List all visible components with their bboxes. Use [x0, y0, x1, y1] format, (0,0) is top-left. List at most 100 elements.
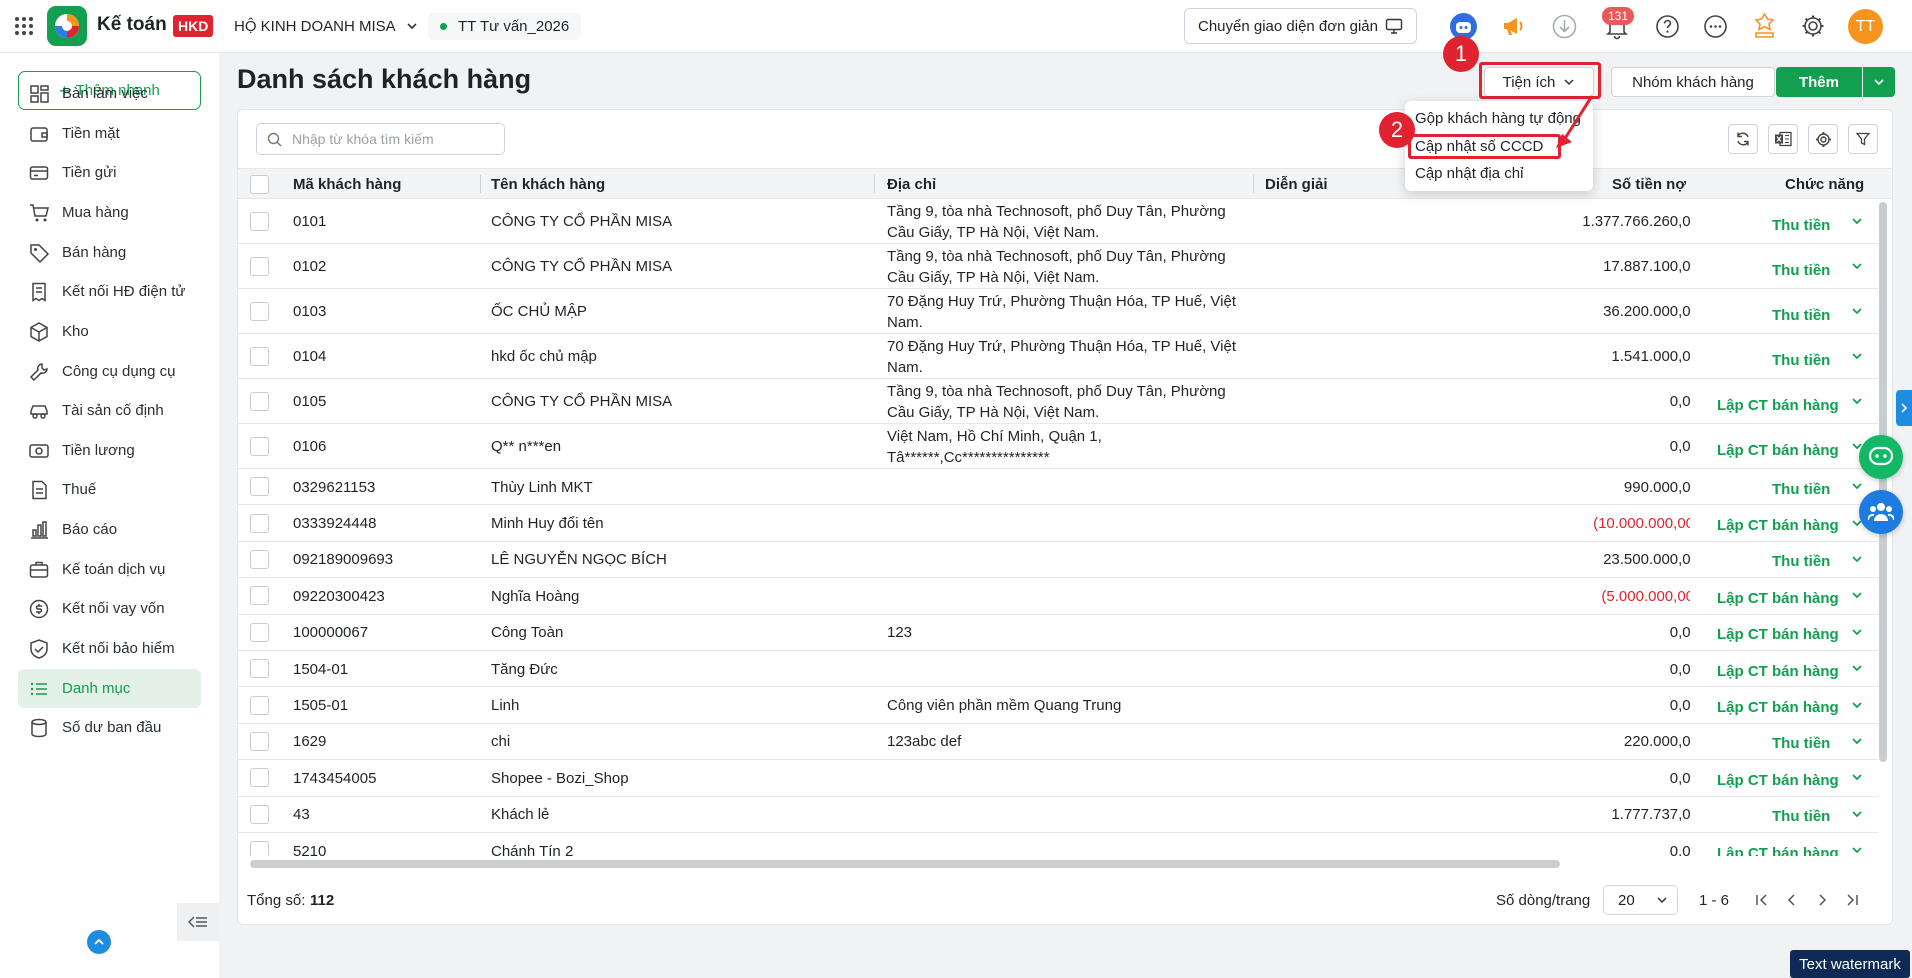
- sidebar-item-1[interactable]: Tiền mặt: [18, 114, 201, 153]
- sidebar-item-14[interactable]: Kết nối bảo hiểm: [18, 629, 201, 668]
- chevron-down-icon[interactable]: [1850, 843, 1864, 856]
- promotion-icon[interactable]: [1751, 12, 1778, 40]
- table-row[interactable]: 1743454005 Shopee - Bozi_Shop 0,00 Lập CT b…: [238, 760, 1878, 797]
- row-checkbox[interactable]: [250, 256, 269, 276]
- table-row[interactable]: 43 Khách lẻ 1.777.737,00 Thu tiền: [238, 797, 1878, 833]
- sidebar-item-6[interactable]: Kho: [18, 312, 201, 351]
- row-action-link[interactable]: Lập CT bán hàng: [1717, 843, 1839, 856]
- chevron-down-icon[interactable]: [1850, 552, 1864, 566]
- row-action-link[interactable]: Thu tiền: [1772, 260, 1830, 281]
- chevron-down-icon[interactable]: [1850, 214, 1864, 228]
- menu-item-update-address[interactable]: Cập nhật địa chỉ: [1415, 165, 1523, 182]
- help-icon[interactable]: [1655, 14, 1680, 39]
- add-dropdown-button[interactable]: [1863, 67, 1895, 97]
- row-action-link[interactable]: Lập CT bán hàng: [1717, 515, 1839, 536]
- first-page-button[interactable]: [1755, 892, 1769, 908]
- table-row[interactable]: 0333924448 Minh Huy đổi tên (10.000.000,00…: [238, 505, 1878, 542]
- business-selector[interactable]: HỘ KINH DOANH MISA: [234, 15, 419, 37]
- scroll-up-button[interactable]: [87, 930, 111, 954]
- table-row[interactable]: 0103 ỐC CHỦ MẬP 70 Đặng Huy Trứ, Phường Th…: [238, 289, 1878, 334]
- sidebar-item-2[interactable]: Tiền gửi: [18, 153, 201, 192]
- row-action-link[interactable]: Thu tiền: [1772, 479, 1830, 500]
- settings-gear-icon[interactable]: [1800, 13, 1826, 39]
- chevron-down-icon[interactable]: [1850, 661, 1864, 675]
- prev-page-button[interactable]: [1785, 892, 1799, 908]
- table-row[interactable]: 1629 chi 123abc def 220.000,00 Thu tiền: [238, 724, 1878, 761]
- more-options-icon[interactable]: [1703, 14, 1728, 39]
- row-action-link[interactable]: Thu tiền: [1772, 215, 1830, 236]
- row-checkbox[interactable]: [250, 211, 269, 231]
- row-action-link[interactable]: Lập CT bán hàng: [1717, 624, 1839, 645]
- user-avatar[interactable]: TT: [1848, 9, 1883, 44]
- table-row[interactable]: 5210 Chánh Tín 2 0,00 Lập CT bán hàng: [238, 833, 1878, 856]
- row-checkbox[interactable]: [250, 731, 269, 751]
- app-logo[interactable]: [47, 6, 87, 46]
- row-checkbox[interactable]: [250, 436, 269, 456]
- table-row[interactable]: 0104 hkd ốc chủ mập 70 Đặng Huy Trứ, Phườn…: [238, 334, 1878, 379]
- chat-support-button[interactable]: [1859, 435, 1903, 479]
- chevron-down-icon[interactable]: [1850, 734, 1864, 748]
- row-action-link[interactable]: Lập CT bán hàng: [1717, 395, 1839, 416]
- vertical-scrollbar[interactable]: [1879, 202, 1887, 762]
- table-row[interactable]: 1504-01 Tăng Đức 0,00 Lập CT bán hàng: [238, 651, 1878, 688]
- last-page-button[interactable]: [1845, 892, 1859, 908]
- row-action-link[interactable]: Thu tiền: [1772, 551, 1830, 572]
- table-row[interactable]: 0101 CÔNG TY CỔ PHẦN MISA Tầng 9, tòa nhà …: [238, 199, 1878, 244]
- row-checkbox[interactable]: [250, 768, 269, 788]
- table-row[interactable]: 1505-01 Linh Công viên phần mềm Quang Trun…: [238, 687, 1878, 724]
- chevron-down-icon[interactable]: [1850, 698, 1864, 712]
- chevron-down-icon[interactable]: [1850, 349, 1864, 363]
- row-action-link[interactable]: Thu tiền: [1772, 305, 1830, 326]
- table-row[interactable]: 100000067 Công Toàn 123 0,00 Lập CT bán hàng: [238, 615, 1878, 651]
- chevron-down-icon[interactable]: [1850, 394, 1864, 408]
- apps-grid-icon[interactable]: [14, 16, 34, 36]
- add-button[interactable]: Thêm: [1776, 67, 1862, 97]
- sidebar-item-9[interactable]: Tiền lương: [18, 431, 201, 470]
- table-row[interactable]: 0106 Q** n***en Việt Nam, Hồ Chí Minh, Quậ…: [238, 424, 1878, 469]
- sidebar-item-7[interactable]: Công cụ dụng cụ: [18, 352, 201, 391]
- download-icon[interactable]: [1552, 14, 1577, 39]
- chevron-down-icon[interactable]: [1850, 259, 1864, 273]
- chevron-down-icon[interactable]: [1850, 304, 1864, 318]
- row-checkbox[interactable]: [250, 804, 269, 824]
- chevron-down-icon[interactable]: [1850, 588, 1864, 602]
- row-checkbox[interactable]: [250, 513, 269, 533]
- table-row[interactable]: 0329621153 Thùy Linh MKT 990.000,00 Thu tiề…: [238, 469, 1878, 506]
- row-action-link[interactable]: Lập CT bán hàng: [1717, 770, 1839, 791]
- row-checkbox[interactable]: [250, 301, 269, 321]
- row-checkbox[interactable]: [250, 549, 269, 569]
- row-action-link[interactable]: Thu tiền: [1772, 806, 1830, 827]
- sidebar-item-11[interactable]: Báo cáo: [18, 510, 201, 549]
- sidebar-item-3[interactable]: Mua hàng: [18, 193, 201, 232]
- sidebar-item-8[interactable]: Tài sản cố định: [18, 391, 201, 430]
- row-action-link[interactable]: Lập CT bán hàng: [1717, 697, 1839, 718]
- row-checkbox[interactable]: [250, 346, 269, 366]
- row-checkbox[interactable]: [250, 477, 269, 497]
- row-checkbox[interactable]: [250, 695, 269, 715]
- row-checkbox[interactable]: [250, 622, 269, 642]
- megaphone-icon[interactable]: [1500, 13, 1526, 39]
- table-row[interactable]: 0102 CÔNG TY CỔ PHẦN MISA Tầng 9, tòa nhà …: [238, 244, 1878, 289]
- table-row[interactable]: 0105 CÔNG TY CỔ PHẦN MISA Tầng 9, tòa nhà …: [238, 379, 1878, 424]
- horizontal-scrollbar[interactable]: [250, 860, 1560, 868]
- customer-group-button[interactable]: Nhóm khách hàng: [1611, 67, 1775, 97]
- next-page-button[interactable]: [1815, 892, 1829, 908]
- chevron-down-icon[interactable]: [1850, 479, 1864, 493]
- row-action-link[interactable]: Thu tiền: [1772, 733, 1830, 754]
- row-action-link[interactable]: Lập CT bán hàng: [1717, 440, 1839, 461]
- row-checkbox[interactable]: [250, 659, 269, 679]
- sidebar-item-4[interactable]: Bán hàng: [18, 233, 201, 272]
- sidebar-item-16[interactable]: Số dư ban đầu: [18, 708, 201, 747]
- sidebar-item-12[interactable]: Kế toán dịch vụ: [18, 550, 201, 589]
- table-row[interactable]: 092189009693 LÊ NGUYỄN NGỌC BÍCH 23.500.00…: [238, 542, 1878, 579]
- sidebar-toggle-button[interactable]: [177, 903, 219, 941]
- chevron-down-icon[interactable]: [1850, 770, 1864, 784]
- sidebar-item-13[interactable]: Kết nối vay vốn: [18, 589, 201, 628]
- row-action-link[interactable]: Thu tiền: [1772, 350, 1830, 371]
- sidebar-item-15[interactable]: Danh mục: [18, 669, 201, 708]
- community-button[interactable]: [1859, 490, 1903, 534]
- row-checkbox[interactable]: [250, 391, 269, 411]
- table-row[interactable]: 09220300423 Nghĩa Hoàng (5.000.000,00) Lập …: [238, 578, 1878, 615]
- chevron-down-icon[interactable]: [1850, 807, 1864, 821]
- row-action-link[interactable]: Lập CT bán hàng: [1717, 588, 1839, 609]
